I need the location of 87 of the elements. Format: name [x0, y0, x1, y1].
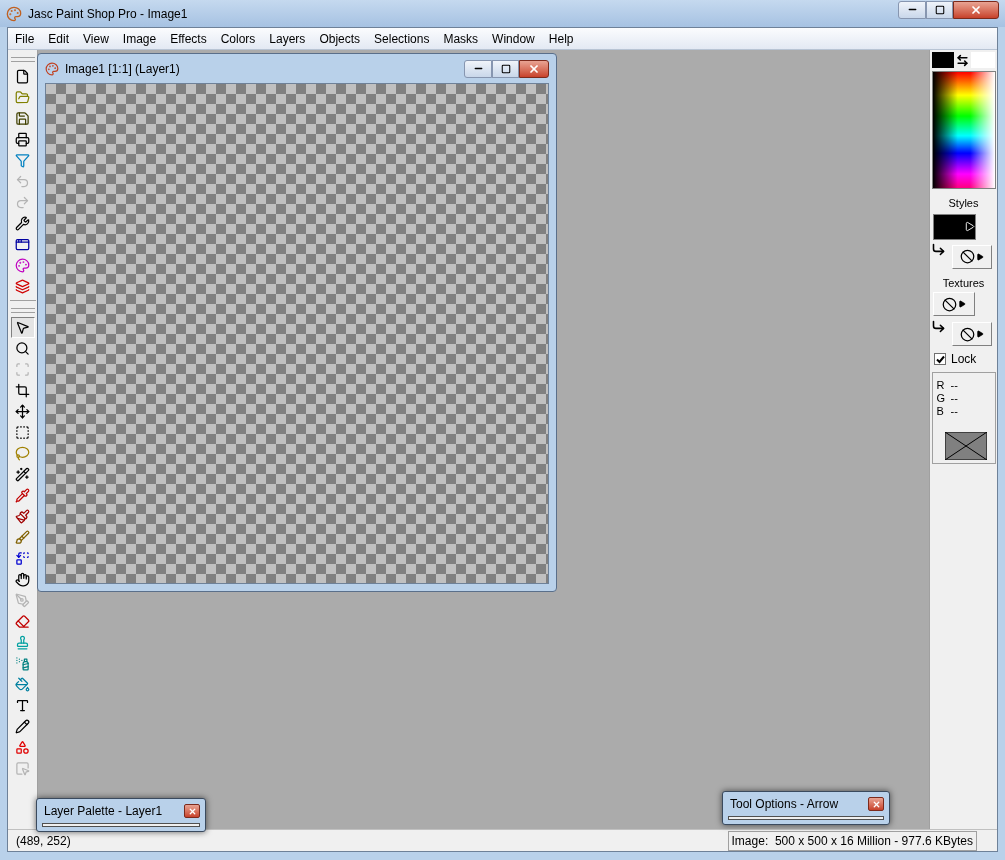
close-button[interactable]	[184, 804, 200, 818]
palette-title: Tool Options - Arrow	[730, 796, 839, 813]
maximize-icon	[934, 4, 945, 15]
arrow-pointer-icon	[15, 320, 30, 335]
cursor-position: (489, 252)	[16, 832, 71, 850]
image-info: Image: 500 x 500 x 16 Million - 977.6 KBytes	[727, 830, 977, 851]
channel-value: --	[950, 392, 958, 405]
clone-brush-icon	[15, 530, 30, 545]
dashed-rectangle-icon	[15, 425, 30, 440]
none-icon	[959, 249, 975, 264]
eraser-icon	[15, 614, 30, 629]
undo-icon	[15, 174, 30, 189]
object-selector-icon	[15, 761, 30, 776]
stamp-icon	[15, 635, 30, 650]
menu-item[interactable]: Selections	[367, 29, 437, 48]
lasso-icon	[15, 446, 30, 461]
deform-frame-icon	[15, 362, 30, 377]
paint-bucket-icon	[15, 677, 30, 692]
menu-item[interactable]: Help	[541, 29, 581, 48]
none-icon	[959, 326, 975, 342]
channel-label: G	[936, 392, 947, 405]
swap-colors-icon[interactable]	[955, 53, 969, 67]
crop-icon	[15, 383, 30, 398]
close-icon	[528, 62, 540, 75]
check-icon	[935, 354, 945, 364]
dropdown-arrow-icon	[975, 330, 984, 338]
lock-checkbox[interactable]	[934, 353, 946, 365]
swap-textures-icon[interactable]	[930, 319, 946, 334]
toolbar-window-icon	[15, 237, 30, 252]
folder-icon	[15, 90, 30, 105]
menu-item[interactable]: Window	[485, 29, 542, 48]
arrow-pointer-tool-button[interactable]	[10, 317, 35, 338]
app-palette-icon	[6, 5, 22, 22]
menu-item[interactable]: File	[8, 29, 42, 48]
maximize-button[interactable]	[492, 59, 519, 78]
funnel-icon	[15, 153, 30, 168]
close-icon	[187, 806, 197, 816]
menu-item[interactable]: Image	[115, 29, 164, 48]
textures-label: Textures	[942, 275, 985, 291]
shapes-icon	[15, 740, 30, 755]
window-title: Jasc Paint Shop Pro - Image1	[28, 5, 188, 23]
printer-icon	[15, 132, 30, 147]
menu-item[interactable]: Objects	[312, 29, 368, 48]
none-icon	[942, 296, 957, 312]
color-spectrum[interactable]	[931, 71, 996, 189]
new-document-icon	[15, 69, 30, 84]
spray-can-icon	[15, 656, 30, 671]
eyedropper-icon	[15, 488, 30, 503]
redo-icon	[15, 195, 30, 210]
maximize-button[interactable]	[926, 0, 953, 19]
layers-icon	[15, 279, 30, 294]
maximize-icon	[500, 63, 511, 74]
close-icon	[970, 3, 982, 16]
none-style-button[interactable]	[951, 244, 992, 269]
channel-value: --	[950, 405, 958, 418]
lock-label: Lock	[951, 351, 977, 368]
magic-wand-icon	[15, 467, 30, 482]
paintbrush-icon	[15, 509, 30, 524]
swap-styles-icon[interactable]	[930, 241, 946, 257]
menu-item[interactable]: View	[76, 29, 116, 48]
menu-item[interactable]: Colors	[213, 29, 263, 48]
close-button[interactable]	[519, 59, 549, 78]
style-swatch-button[interactable]	[933, 213, 976, 240]
none-style-button[interactable]	[951, 322, 992, 346]
menu-item[interactable]: Layers	[262, 29, 313, 48]
dropdown-arrow-icon	[958, 300, 966, 308]
channel-label: R	[936, 379, 946, 392]
styles-label: Styles	[948, 196, 979, 211]
close-button[interactable]	[868, 797, 884, 811]
foreground-color-swatch[interactable]	[931, 52, 954, 68]
close-button[interactable]	[953, 0, 999, 19]
magnifier-icon	[15, 341, 30, 356]
image-window-title: Image1 [1:1] (Layer1)	[65, 60, 180, 78]
dropdown-arrow-icon	[975, 252, 984, 261]
none-style-button[interactable]	[933, 292, 975, 316]
menu-item[interactable]: Edit	[41, 29, 77, 48]
channel-value: --	[950, 379, 958, 392]
dropdown-arrow-icon	[964, 221, 975, 232]
channel-label: B	[936, 405, 945, 418]
palette-title: Layer Palette - Layer1	[44, 803, 163, 820]
wrench-icon	[15, 216, 30, 231]
close-icon	[871, 799, 881, 809]
empty-color-preview-icon	[944, 432, 987, 460]
move-arrows-icon	[15, 404, 30, 419]
menu-item[interactable]: Masks	[436, 29, 486, 48]
pencil-icon	[15, 719, 30, 734]
menu-item[interactable]: Effects	[163, 29, 214, 48]
